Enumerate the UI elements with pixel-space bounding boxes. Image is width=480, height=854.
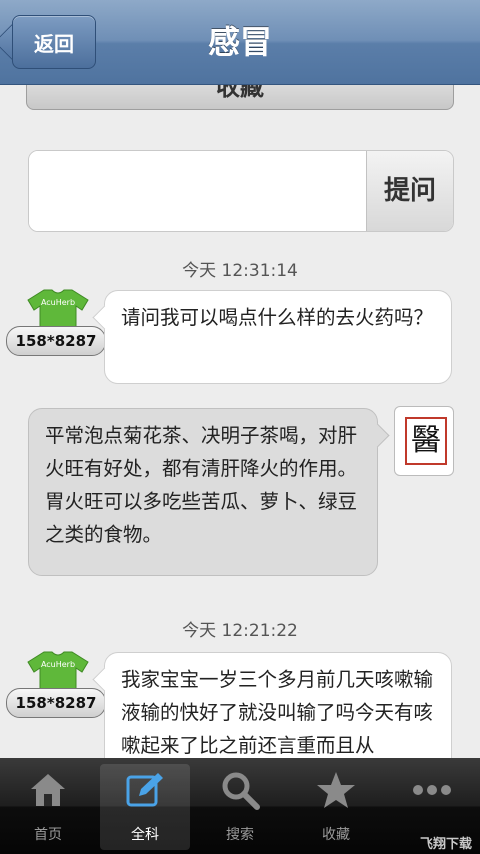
sender-id: 158*8287 — [6, 326, 106, 356]
message-text: 平常泡点菊花茶、决明子茶喝，对肝火旺有好处，都有清肝降火的作用。胃火旺可以多吃些… — [45, 424, 358, 546]
tab-search[interactable]: 搜索 — [192, 758, 288, 854]
favorite-button[interactable]: 收藏 — [26, 84, 454, 110]
doctor-message: 平常泡点菊花茶、决明子茶喝，对肝火旺有好处，都有清肝降火的作用。胃火旺可以多吃些… — [28, 408, 378, 576]
tab-general[interactable]: 全科 — [97, 758, 193, 854]
tab-label: 全科 — [131, 827, 159, 843]
ask-button[interactable]: 提问 — [366, 151, 453, 231]
search-icon — [222, 772, 260, 810]
back-button[interactable]: 返回 — [12, 15, 96, 69]
user-avatar[interactable]: AcuHerb 158*8287 — [6, 288, 106, 358]
shirt-brand: AcuHerb — [41, 660, 75, 669]
message-text: 请问我可以喝点什么样的去火药吗？ — [121, 306, 434, 329]
doctor-avatar[interactable]: 醫 — [394, 406, 454, 476]
doctor-badge: 醫 — [405, 417, 447, 465]
message-text: 我家宝宝一岁三个多月前几天咳嗽输液输的快好了就没叫输了吗今天有咳嗽起来了比之前还… — [121, 668, 434, 757]
tab-label: 首页 — [34, 827, 62, 843]
star-icon — [317, 772, 355, 808]
chat-area[interactable]: 收藏 提问 今天 12:31:14 AcuHerb 158*8287 请问我可以… — [0, 84, 480, 758]
more-icon — [413, 785, 451, 795]
timestamp: 今天 12:21:22 — [182, 621, 298, 641]
tab-home[interactable]: 首页 — [0, 758, 96, 854]
timestamp: 今天 12:31:14 — [182, 261, 298, 281]
sender-id: 158*8287 — [6, 688, 106, 718]
watermark: 飞翔下载 — [419, 837, 472, 852]
nav-bar: 返回 感冒 — [0, 0, 480, 85]
user-message: 我家宝宝一岁三个多月前几天咳嗽输液输的快好了就没叫输了吗今天有咳嗽起来了比之前还… — [104, 652, 452, 758]
tab-favorites[interactable]: 收藏 — [288, 758, 384, 854]
tab-label: 搜索 — [226, 827, 254, 843]
ask-box: 提问 — [28, 150, 454, 232]
edit-icon — [126, 773, 163, 807]
shirt-brand: AcuHerb — [41, 298, 75, 307]
tab-label: 收藏 — [322, 827, 350, 843]
tab-bar: 首页 全科 搜索 收藏 飞翔下载 — [0, 758, 480, 854]
home-icon — [31, 774, 65, 806]
question-input[interactable] — [29, 151, 367, 231]
user-message: 请问我可以喝点什么样的去火药吗？ — [104, 290, 452, 384]
user-avatar[interactable]: AcuHerb 158*8287 — [6, 650, 106, 720]
